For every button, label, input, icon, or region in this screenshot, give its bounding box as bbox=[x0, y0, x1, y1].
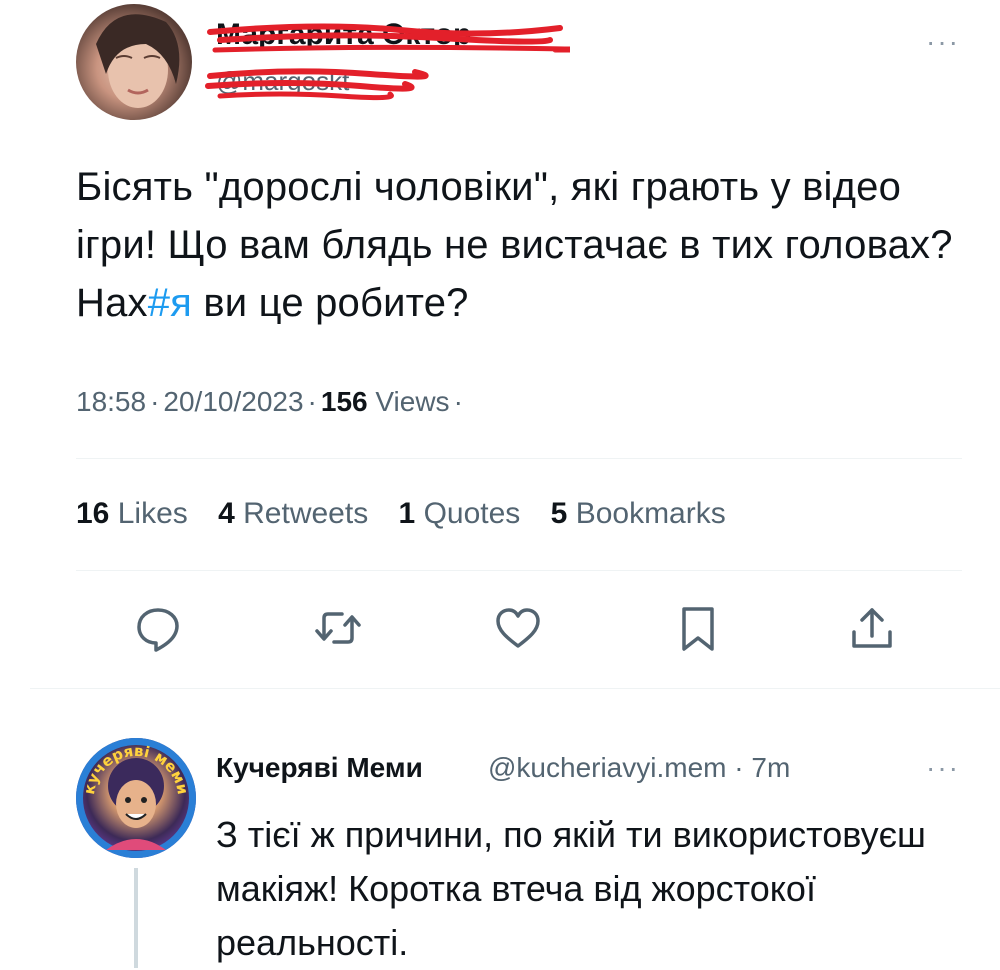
stat-quotes[interactable]: 1 Quotes bbox=[399, 497, 521, 530]
engagement-stats: 16 Likes 4 Retweets 1 Quotes 5 Bookmarks bbox=[76, 497, 748, 531]
hashtag-link[interactable]: #я bbox=[148, 281, 192, 325]
like-button[interactable] bbox=[492, 602, 544, 654]
stat-count: 1 bbox=[398, 497, 416, 530]
stat-label: Retweets bbox=[243, 497, 369, 530]
bookmark-icon bbox=[682, 607, 714, 651]
tweet-date[interactable]: 20/10/2023 bbox=[163, 386, 303, 417]
more-options-icon[interactable]: ··· bbox=[926, 28, 960, 56]
tweet-time[interactable]: 18:58 bbox=[76, 386, 146, 417]
reply-time[interactable]: 7m bbox=[751, 752, 790, 783]
author-handle[interactable]: @margoskt bbox=[216, 66, 349, 97]
views-count: 156 bbox=[320, 386, 368, 417]
divider bbox=[76, 570, 962, 571]
reply-author-avatar[interactable]: кучеряві меми bbox=[76, 738, 196, 858]
stat-label: Bookmarks bbox=[575, 497, 726, 530]
stat-retweets[interactable]: 4 Retweets bbox=[218, 497, 368, 530]
tweet-text: Бісять "дорослі чоловіки", які грають у … bbox=[76, 158, 956, 332]
author-avatar[interactable] bbox=[76, 4, 192, 120]
stat-label: Likes bbox=[117, 497, 188, 530]
like-icon bbox=[496, 608, 540, 648]
reply-text: З тієї ж причини, по якій ти використову… bbox=[216, 814, 926, 963]
stat-count: 4 bbox=[218, 497, 235, 530]
reply-author-meta: @kucheriavyi.mem · 7m bbox=[488, 752, 791, 783]
thread-line bbox=[134, 868, 138, 968]
stat-bookmarks[interactable]: 5 Bookmarks bbox=[551, 497, 726, 530]
share-icon bbox=[852, 608, 892, 648]
tweet-meta: 18:58 · 20/10/2023 · 156 Views · bbox=[76, 386, 463, 417]
reply-more-options-icon[interactable]: ··· bbox=[926, 754, 960, 782]
stat-count: 5 bbox=[550, 497, 568, 530]
share-button[interactable] bbox=[846, 602, 898, 654]
author-display-name[interactable]: Маргарита Октор bbox=[216, 18, 471, 52]
tweet-text-end: ви це робите? bbox=[192, 281, 469, 325]
retweet-icon bbox=[315, 612, 361, 644]
bookmark-button[interactable] bbox=[672, 602, 724, 654]
stat-likes[interactable]: 16 Likes bbox=[76, 497, 188, 530]
divider bbox=[76, 458, 962, 459]
divider bbox=[30, 688, 1000, 689]
avatar-face-icon bbox=[96, 14, 180, 108]
stat-count: 16 bbox=[76, 497, 110, 530]
stat-label: Quotes bbox=[423, 497, 521, 530]
reply-author-name[interactable]: Кучеряві Меми bbox=[216, 752, 423, 784]
retweet-button[interactable] bbox=[312, 602, 364, 654]
curly-meme-avatar-icon: кучеряві меми bbox=[76, 738, 196, 858]
reply-button[interactable] bbox=[132, 602, 184, 654]
views-label: Views bbox=[375, 386, 450, 417]
reply-author-handle[interactable]: @kucheriavyi.mem bbox=[488, 752, 726, 783]
reply-icon bbox=[137, 608, 179, 652]
